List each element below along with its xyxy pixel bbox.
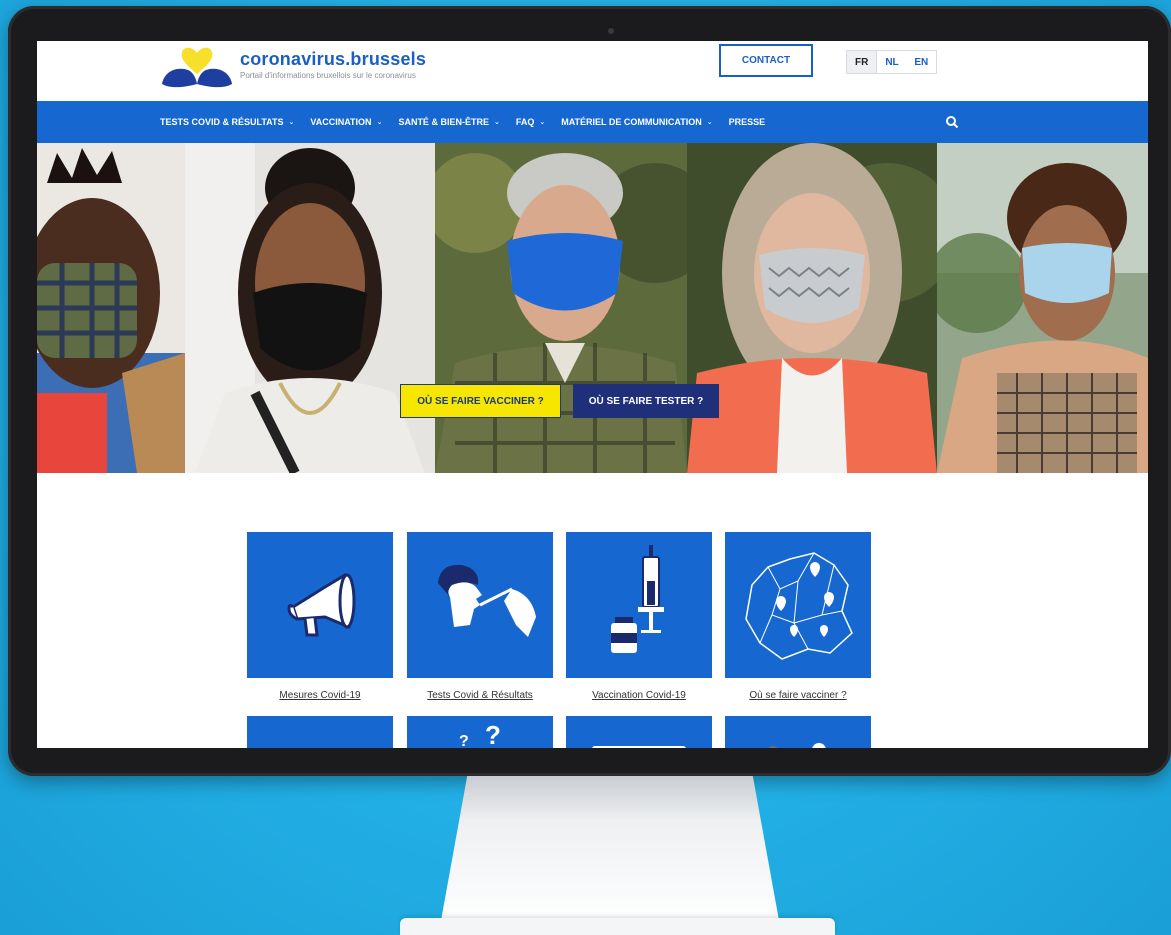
tile-label[interactable]: Où se faire vacciner ? (725, 690, 871, 701)
chevron-down-icon: ⌄ (288, 119, 295, 126)
syringe-vial-icon (611, 545, 664, 653)
tile-row2-3[interactable] (566, 716, 712, 748)
search-icon[interactable] (945, 115, 959, 129)
webcam-dot (608, 28, 614, 34)
tile-tests-covid[interactable] (407, 532, 553, 678)
svg-text:?: ? (485, 720, 501, 748)
language-switcher: FR NL EN (846, 50, 937, 74)
nav-item-vaccination[interactable]: VACCINATION ⌄ (310, 117, 382, 127)
tile-label[interactable]: Tests Covid & Résultats (407, 690, 553, 701)
hero-photo-woman-grey-mask (687, 143, 937, 473)
hero-photo-woman-black-mask (185, 143, 435, 473)
cta-where-test-button[interactable]: OÙ SE FAIRE TESTER ? (573, 384, 719, 418)
nasal-swab-icon (438, 564, 536, 637)
tile-row2-3-shape (592, 746, 686, 748)
hero-banner: OÙ SE FAIRE VACCINER ? OÙ SE FAIRE TESTE… (37, 143, 1148, 473)
tile-row2-1[interactable] (247, 716, 393, 748)
nav-item-label: TESTS COVID & RÉSULTATS (160, 117, 284, 127)
chevron-down-icon: ⌄ (539, 119, 546, 126)
tile-label[interactable]: Vaccination Covid-19 (566, 690, 712, 701)
tile-row2-4[interactable] (725, 716, 871, 748)
main-navigation: TESTS COVID & RÉSULTATS ⌄ VACCINATION ⌄ … (37, 101, 1148, 143)
hero-photo-man-plaid-mask (37, 143, 185, 473)
nav-item-tests[interactable]: TESTS COVID & RÉSULTATS ⌄ (160, 117, 294, 127)
site-tagline: Portail d'informations bruxellois sur le… (240, 71, 416, 80)
cta-where-vaccinate-button[interactable]: OÙ SE FAIRE VACCINER ? (400, 384, 561, 418)
nav-item-label: FAQ (515, 117, 535, 127)
map-pin-icon (745, 552, 853, 660)
chevron-down-icon: ⌄ (376, 119, 383, 126)
monitor-stand-base (400, 918, 835, 935)
lang-nl[interactable]: NL (877, 51, 906, 73)
megaphone-icon (287, 573, 356, 637)
hero-photo-woman-surgical-mask (937, 143, 1148, 473)
monitor-stand (440, 776, 780, 926)
nav-item-label: SANTÉ & BIEN-ÊTRE (398, 117, 489, 127)
nav-item-communication[interactable]: MATÉRIEL DE COMMUNICATION ⌄ (561, 117, 712, 127)
svg-text:?: ? (459, 733, 469, 748)
site-title[interactable]: coronavirus.brussels (240, 49, 426, 70)
nav-item-presse[interactable]: PRESSE (729, 117, 766, 127)
nav-item-label: VACCINATION (310, 117, 372, 127)
heart-logo-icon[interactable] (160, 44, 235, 90)
chevron-down-icon: ⌄ (493, 119, 500, 126)
hero-photo-man-blue-mask (435, 143, 687, 473)
tile-where-vaccinate[interactable] (725, 532, 871, 678)
contact-button[interactable]: CONTACT (719, 44, 813, 77)
lang-en[interactable]: EN (907, 51, 936, 73)
tile-row2-2[interactable]: ? ? (407, 716, 553, 748)
tile-label[interactable]: Mesures Covid-19 (247, 690, 393, 701)
nav-item-label: MATÉRIEL DE COMMUNICATION (561, 117, 702, 127)
tile-vaccination-covid[interactable] (566, 532, 712, 678)
chevron-down-icon: ⌄ (706, 119, 713, 126)
browser-screen: coronavirus.brussels Portail d'informati… (37, 41, 1148, 748)
nav-item-label: PRESSE (728, 117, 766, 127)
site-header: coronavirus.brussels Portail d'informati… (37, 41, 1148, 101)
nav-item-faq[interactable]: FAQ ⌄ (516, 117, 545, 127)
lang-fr[interactable]: FR (847, 51, 878, 73)
question-mark-icon: ? ? (459, 720, 501, 748)
nav-item-sante[interactable]: SANTÉ & BIEN-ÊTRE ⌄ (398, 117, 499, 127)
tile-mesures-covid[interactable] (247, 532, 393, 678)
people-icon (768, 743, 826, 748)
